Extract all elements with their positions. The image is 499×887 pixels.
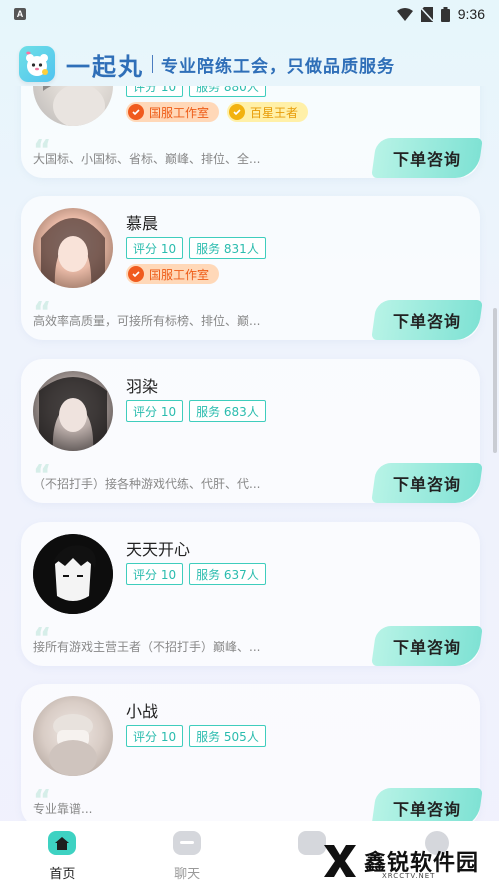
rating-tag: 评分 10 [126,400,184,422]
service-count-tag: 服务 683人 [189,400,266,422]
watermark: 鑫锐软件园 XRCCTV.NET [320,838,480,884]
studio-badge: 国服工作室 [126,264,220,284]
order-consult-button[interactable]: 下单咨询 [371,788,483,821]
companion-description: （不招打手）接各种游戏代练、代肝、代... [33,477,261,491]
avatar [33,371,113,451]
avatar [33,208,113,288]
studio-badge-label: 国服工作室 [149,267,210,282]
avatar [33,86,113,126]
header-divider [152,55,153,73]
scrollbar[interactable] [493,308,497,453]
avatar [33,534,113,614]
home-icon [48,831,77,855]
rating-tag: 评分 10 [126,237,184,259]
app-logo-icon [19,46,55,82]
nav-home-label: 首页 [49,867,76,882]
companion-list[interactable]: 评分 10 服务 880人 国服工作室 百星王者 “ 大国标、小国标、省标、巅峰… [0,86,499,821]
star-badge: 百星王者 [227,102,309,122]
rating-tag: 评分 10 [126,86,184,97]
companion-description: 接所有游戏主营王者（不招打手）巅峰、... [33,640,261,654]
nav-home[interactable]: 首页 [0,821,125,887]
studio-badge-label: 国服工作室 [149,105,210,120]
companion-card[interactable]: 慕晨 评分 10 服务 831人 国服工作室 “ 高效率高质量，可接所有标榜、排… [21,196,483,340]
companion-description: 大国标、小国标、省标、巅峰、排位、全... [33,152,261,166]
rating-tag: 评分 10 [126,725,184,747]
nav-chat-label: 聊天 [174,867,201,882]
companion-card[interactable]: 评分 10 服务 880人 国服工作室 百星王者 “ 大国标、小国标、省标、巅峰… [21,86,483,178]
app-name: 一起丸 [66,52,144,81]
battery-icon [440,6,450,22]
companion-card[interactable]: 羽染 评分 10 服务 683人 “ （不招打手）接各种游戏代练、代肝、代...… [21,359,483,503]
companion-name: 羽染 [126,377,159,396]
verified-seal-icon [128,104,144,120]
companion-name: 小战 [126,702,159,721]
status-time: 9:36 [457,6,485,22]
verified-seal-icon [128,266,144,282]
companion-description: 专业靠谱... [33,802,93,816]
order-consult-button[interactable]: 下单咨询 [371,138,483,178]
star-badge-label: 百星王者 [250,105,299,120]
star-check-icon [229,104,246,120]
studio-badge: 国服工作室 [126,102,220,122]
no-sim-icon [420,6,433,22]
companion-card[interactable]: 天天开心 评分 10 服务 637人 “ 接所有游戏主营王者（不招打手）巅峰、.… [21,522,483,666]
avatar [33,696,113,776]
notification-icon: A [14,8,26,20]
companion-card[interactable]: 小战 评分 10 服务 505人 “ 专业靠谱... 下单咨询 [21,684,483,821]
watermark-logo-icon [324,845,356,877]
companion-name: 慕晨 [126,214,159,233]
app-slogan: 专业陪练工会，只做品质服务 [161,56,395,77]
nav-chat[interactable]: 聊天 [125,821,250,887]
service-count-tag: 服务 505人 [189,725,266,747]
service-count-tag: 服务 880人 [189,86,266,97]
service-count-tag: 服务 637人 [189,563,266,585]
wifi-icon [396,7,413,21]
watermark-subtext: XRCCTV.NET [382,872,436,880]
chat-icon [173,831,202,855]
order-consult-button[interactable]: 下单咨询 [371,626,483,666]
service-count-tag: 服务 831人 [189,237,266,259]
order-consult-button[interactable]: 下单咨询 [371,463,483,503]
rating-tag: 评分 10 [126,563,184,585]
status-bar: A 9:36 [0,0,499,28]
order-consult-button[interactable]: 下单咨询 [371,300,483,340]
companion-description: 高效率高质量，可接所有标榜、排位、巅... [33,314,261,328]
companion-name: 天天开心 [126,540,191,559]
app-header: 一起丸 专业陪练工会，只做品质服务 [0,42,499,86]
